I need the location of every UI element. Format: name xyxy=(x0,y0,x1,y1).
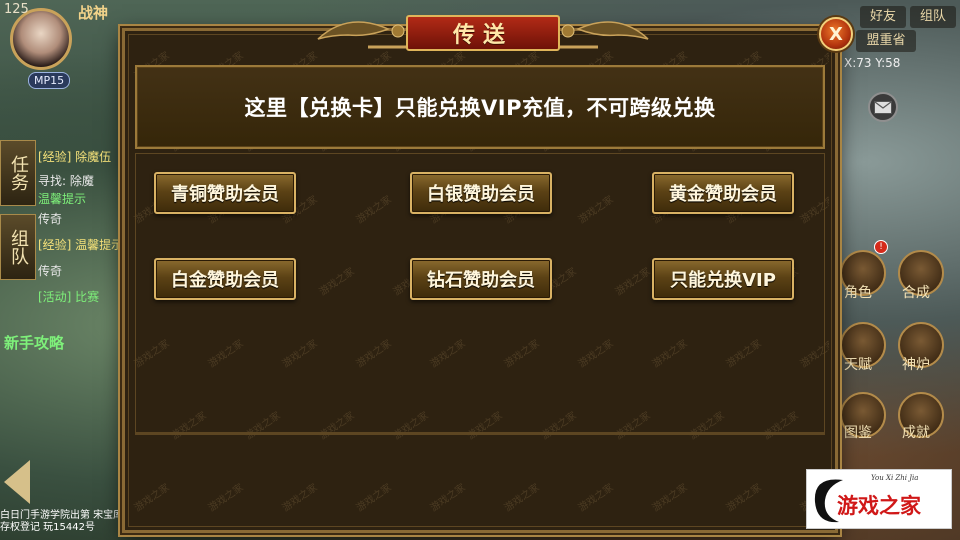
diamond-member-button[interactable]: 钻石赞助会员 xyxy=(410,258,552,300)
round-label: 成就 xyxy=(902,425,930,441)
gold-member-button[interactable]: 黄金赞助会员 xyxy=(652,172,794,214)
site-logo: You Xi Zhi Jia 游戏之家 xyxy=(806,469,952,529)
right-hud: 好友 组队 盟重省 X:73 Y:58 ! 角色 合成 天赋 神炉 图鉴 成就 xyxy=(832,0,960,540)
player-avatar[interactable] xyxy=(10,8,72,70)
dialog-title: 传送 xyxy=(452,22,513,48)
quest-line[interactable]: [经验] 温馨提示 xyxy=(38,236,123,253)
notice-text: 这里【兑换卡】只能兑换VIP充值，不可跨级兑换 xyxy=(244,96,716,120)
teleport-dialog: 游戏之家 游戏之家 游戏之家 游戏之家 游戏之家 游戏之家 游戏之家 游戏之家 游戏之家 游戏之家… xyxy=(122,15,853,533)
newbie-guide-link[interactable]: 新手攻略 xyxy=(4,332,64,353)
vip-exchange-button[interactable]: 只能兑换VIP xyxy=(652,258,794,300)
player-level: 125 xyxy=(4,2,29,17)
watermark-text: 游戏之家 xyxy=(502,482,542,515)
tab-team[interactable]: 组队 xyxy=(0,214,36,280)
watermark-text: 游戏之家 xyxy=(576,482,616,515)
watermark-text: 游戏之家 xyxy=(206,482,246,515)
close-icon: X xyxy=(829,23,843,45)
watermark-text: 游戏之家 xyxy=(650,482,690,515)
friends-tab[interactable]: 好友 xyxy=(860,6,906,28)
notice-box: 这里【兑换卡】只能兑换VIP充值，不可跨级兑换 xyxy=(135,65,825,149)
round-label: 图鉴 xyxy=(844,425,872,441)
quest-line[interactable]: 传奇 xyxy=(38,210,62,227)
notification-dot-icon: ! xyxy=(874,240,888,254)
quest-line[interactable]: [经验] 除魔伍 xyxy=(38,148,111,165)
mp-badge: MP15 xyxy=(28,72,71,89)
close-button[interactable]: X xyxy=(819,17,853,51)
silver-member-button[interactable]: 白银赞助会员 xyxy=(410,172,552,214)
map-name: 盟重省 xyxy=(856,30,916,52)
player-name: 战神 xyxy=(78,4,109,22)
watermark-text: 游戏之家 xyxy=(354,482,394,515)
mail-icon[interactable] xyxy=(868,92,898,122)
quest-line[interactable]: 寻找: 除魔 xyxy=(38,172,94,189)
divider xyxy=(135,433,825,435)
team-tab[interactable]: 组队 xyxy=(910,6,956,28)
button-grid: 青铜赞助会员 白银赞助会员 黄金赞助会员 白金赞助会员 钻石赞助会员 只能兑换V… xyxy=(135,153,825,433)
watermark-text: 游戏之家 xyxy=(132,482,172,515)
platinum-member-button[interactable]: 白金赞助会员 xyxy=(154,258,296,300)
chat-text: 白日门手游学院出第 宋宝库存权登记 玩15442号 xyxy=(0,510,124,533)
quest-line[interactable]: 传奇 xyxy=(38,262,62,279)
watermark-text: 游戏之家 xyxy=(428,482,468,515)
collapse-arrow-icon[interactable] xyxy=(4,460,30,504)
logo-pinyin: You Xi Zhi Jia xyxy=(871,474,919,482)
logo-text: 游戏之家 xyxy=(837,493,921,518)
watermark-text: 游戏之家 xyxy=(724,482,764,515)
title-plate: 传送 xyxy=(406,15,560,51)
quest-line[interactable]: [活动] 比赛 xyxy=(38,288,99,305)
coords-readout: X:73 Y:58 xyxy=(844,56,901,70)
title-ornament: 传送 xyxy=(308,1,658,57)
round-label: 角色 xyxy=(844,285,872,301)
watermark-text: 游戏之家 xyxy=(280,482,320,515)
left-hud: 125 MP15 战神 任务 组队 [经验] 除魔伍 寻找: 除魔 温馨提示 传… xyxy=(0,0,125,540)
round-label: 神炉 xyxy=(902,357,930,373)
round-label: 天赋 xyxy=(844,357,872,373)
bronze-member-button[interactable]: 青铜赞助会员 xyxy=(154,172,296,214)
round-label: 合成 xyxy=(902,285,930,301)
tab-quest[interactable]: 任务 xyxy=(0,140,36,206)
quest-line[interactable]: 温馨提示 xyxy=(38,190,86,207)
